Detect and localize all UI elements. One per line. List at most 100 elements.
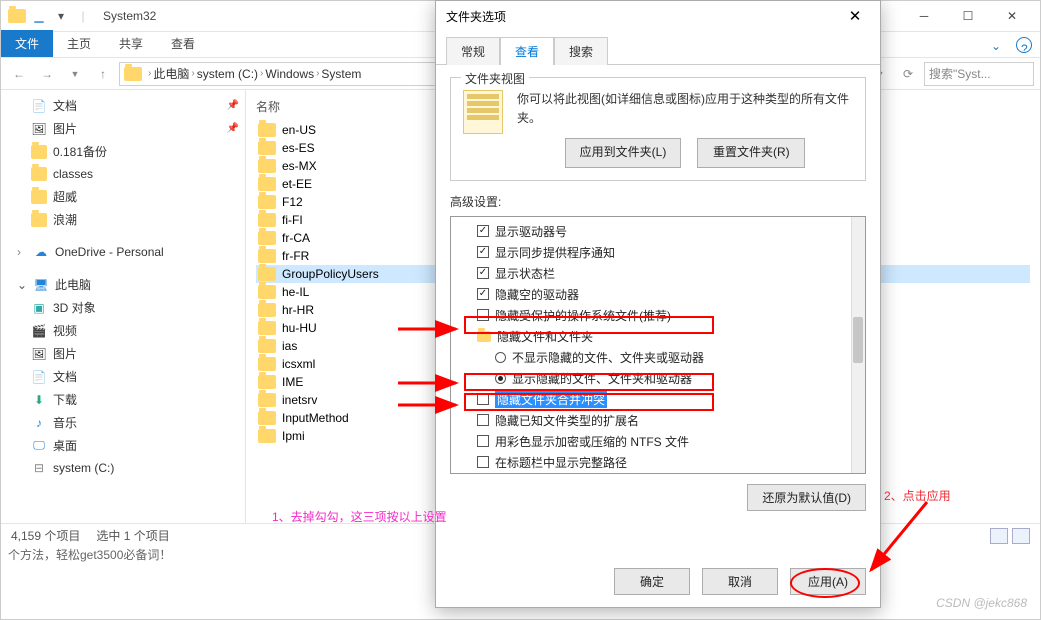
navigation-pane[interactable]: 📄文档📌 🖼图片📌 0.181备份 classes 超威 浪潮 ›☁OneDri… xyxy=(1,90,246,523)
maximize-button[interactable]: ☐ xyxy=(946,2,990,30)
nav-history-button[interactable]: ▼ xyxy=(63,62,87,86)
ribbon-help-icon[interactable]: ? xyxy=(1016,37,1032,53)
folder-icon xyxy=(7,6,27,26)
cube-icon: ▣ xyxy=(31,300,47,316)
scrollbar[interactable] xyxy=(851,217,865,473)
opt-sync-notify[interactable]: 显示同步提供程序通知 xyxy=(459,242,863,263)
folder-icon xyxy=(31,144,47,160)
cancel-button[interactable]: 取消 xyxy=(702,568,778,595)
annotation-text-1: 1、去掉勾勾，这三项按以上设置 xyxy=(272,508,447,525)
nav-classes[interactable]: classes xyxy=(1,163,245,185)
qat-dropdown-icon[interactable]: ▾ xyxy=(51,6,71,26)
nav-video[interactable]: 🎬视频 xyxy=(1,319,245,342)
checkbox-icon[interactable] xyxy=(477,435,489,447)
tab-view[interactable]: 查看 xyxy=(500,37,554,65)
nav-docs2[interactable]: 📄文档 xyxy=(1,365,245,388)
crumb-windows[interactable]: Windows xyxy=(263,67,316,81)
nav-music[interactable]: ♪音乐 xyxy=(1,411,245,434)
radio-icon[interactable] xyxy=(495,352,506,363)
nav-chaowei[interactable]: 超威 xyxy=(1,185,245,208)
opt-color-ntfs[interactable]: 用彩色显示加密或压缩的 NTFS 文件 xyxy=(459,431,863,452)
opt-hide-protected-os[interactable]: 隐藏受保护的操作系统文件(推荐) xyxy=(459,305,863,326)
checkbox-icon[interactable] xyxy=(477,246,489,258)
crumb-current[interactable]: System xyxy=(319,67,363,81)
nav-documents[interactable]: 📄文档📌 xyxy=(1,94,245,117)
advanced-settings-list[interactable]: 显示驱动器号 显示同步提供程序通知 显示状态栏 隐藏空的驱动器 隐藏受保护的操作… xyxy=(450,216,866,474)
nav-backup[interactable]: 0.181备份 xyxy=(1,140,245,163)
view-icons-button[interactable] xyxy=(1012,528,1030,544)
nav-langchao[interactable]: 浪潮 xyxy=(1,208,245,231)
opt-hide-ext[interactable]: 隐藏已知文件类型的扩展名 xyxy=(459,410,863,431)
reset-folders-button[interactable]: 重置文件夹(R) xyxy=(697,138,805,167)
image-icon: 🖼 xyxy=(31,346,47,362)
nav-up-button[interactable]: ↑ xyxy=(91,62,115,86)
apply-to-folders-button[interactable]: 应用到文件夹(L) xyxy=(565,138,682,167)
dialog-close-button[interactable]: ✕ xyxy=(840,7,870,25)
ad-text: 个方法，轻松get3500必备词！ xyxy=(8,546,171,563)
opt-status-bar[interactable]: 显示状态栏 xyxy=(459,263,863,284)
nav-system-c[interactable]: ⊟system (C:) xyxy=(1,457,245,479)
crumb-thispc[interactable]: 此电脑 xyxy=(151,65,191,82)
opt-hide-merge-conflict[interactable]: 隐藏文件夹合并冲突 xyxy=(459,389,863,410)
minimize-button[interactable]: ─ xyxy=(902,2,946,30)
pin-icon[interactable]: 📌 xyxy=(227,123,239,134)
folder-icon xyxy=(258,429,276,443)
restore-defaults-button[interactable]: 还原为默认值(D) xyxy=(747,484,866,511)
checkbox-icon[interactable] xyxy=(477,393,489,405)
scrollbar-thumb[interactable] xyxy=(853,317,863,363)
tab-search[interactable]: 搜索 xyxy=(554,37,608,65)
ok-button[interactable]: 确定 xyxy=(614,568,690,595)
checkbox-icon[interactable] xyxy=(477,414,489,426)
folder-icon xyxy=(258,231,276,245)
refresh-button[interactable]: ⟳ xyxy=(896,62,920,86)
folder-icon xyxy=(31,166,47,182)
checkbox-icon[interactable] xyxy=(477,225,489,237)
apply-button[interactable]: 应用(A) xyxy=(790,568,866,595)
opt-fullpath-title[interactable]: 在标题栏中显示完整路径 xyxy=(459,452,863,473)
opt-show-drive-letters[interactable]: 显示驱动器号 xyxy=(459,221,863,242)
ribbon-tab-home[interactable]: 主页 xyxy=(53,30,105,57)
checkbox-icon[interactable] xyxy=(477,288,489,300)
opt-hide-empty-drives[interactable]: 隐藏空的驱动器 xyxy=(459,284,863,305)
view-details-button[interactable] xyxy=(990,528,1008,544)
qat-sep: | xyxy=(73,6,93,26)
opt-dont-show-hidden[interactable]: 不显示隐藏的文件、文件夹或驱动器 xyxy=(459,347,863,368)
crumb-c[interactable]: system (C:) xyxy=(195,67,260,81)
opt-show-hidden[interactable]: 显示隐藏的文件、文件夹和驱动器 xyxy=(459,368,863,389)
checkbox-icon[interactable] xyxy=(477,309,489,321)
cloud-icon: ☁ xyxy=(33,244,49,260)
qat-properties-icon[interactable]: ▁ xyxy=(29,6,49,26)
nav-pics2[interactable]: 🖼图片 xyxy=(1,342,245,365)
ribbon-tab-view[interactable]: 查看 xyxy=(157,30,209,57)
nav-pictures[interactable]: 🖼图片📌 xyxy=(1,117,245,140)
ribbon-tab-file[interactable]: 文件 xyxy=(1,30,53,57)
tab-general[interactable]: 常规 xyxy=(446,37,500,65)
checkbox-icon[interactable] xyxy=(477,456,489,468)
nav-3d[interactable]: ▣3D 对象 xyxy=(1,296,245,319)
ribbon-expand-icon[interactable]: ⌄ xyxy=(984,35,1008,57)
close-button[interactable]: ✕ xyxy=(990,2,1034,30)
search-input[interactable]: 搜索"Syst... xyxy=(924,62,1034,86)
nav-thispc[interactable]: ⌄🖥此电脑 xyxy=(1,273,245,296)
ribbon-tab-share[interactable]: 共享 xyxy=(105,30,157,57)
download-icon: ⬇ xyxy=(31,392,47,408)
folder-icon xyxy=(258,267,276,281)
window-title: System32 xyxy=(103,9,156,23)
dialog-title: 文件夹选项 xyxy=(446,8,506,25)
pin-icon[interactable]: 📌 xyxy=(227,100,239,111)
nav-fwd-button[interactable]: → xyxy=(35,62,59,86)
pc-icon: 🖥 xyxy=(33,277,49,293)
folder-icon xyxy=(258,213,276,227)
nav-desktop[interactable]: 🖵桌面 xyxy=(1,434,245,457)
nav-onedrive[interactable]: ›☁OneDrive - Personal xyxy=(1,241,245,263)
chevron-right-icon[interactable]: › xyxy=(17,245,27,259)
checkbox-icon[interactable] xyxy=(477,267,489,279)
opt-separate-process[interactable]: 在单独的进程中打开文件夹窗口 xyxy=(459,473,863,474)
annotation-text-2: 2、点击应用 xyxy=(884,487,951,504)
radio-icon[interactable] xyxy=(495,373,506,384)
nav-downloads[interactable]: ⬇下载 xyxy=(1,388,245,411)
chevron-down-icon[interactable]: ⌄ xyxy=(17,278,27,292)
dialog-titlebar: 文件夹选项 ✕ xyxy=(436,1,880,31)
nav-back-button[interactable]: ← xyxy=(7,62,31,86)
folder-icon xyxy=(258,321,276,335)
